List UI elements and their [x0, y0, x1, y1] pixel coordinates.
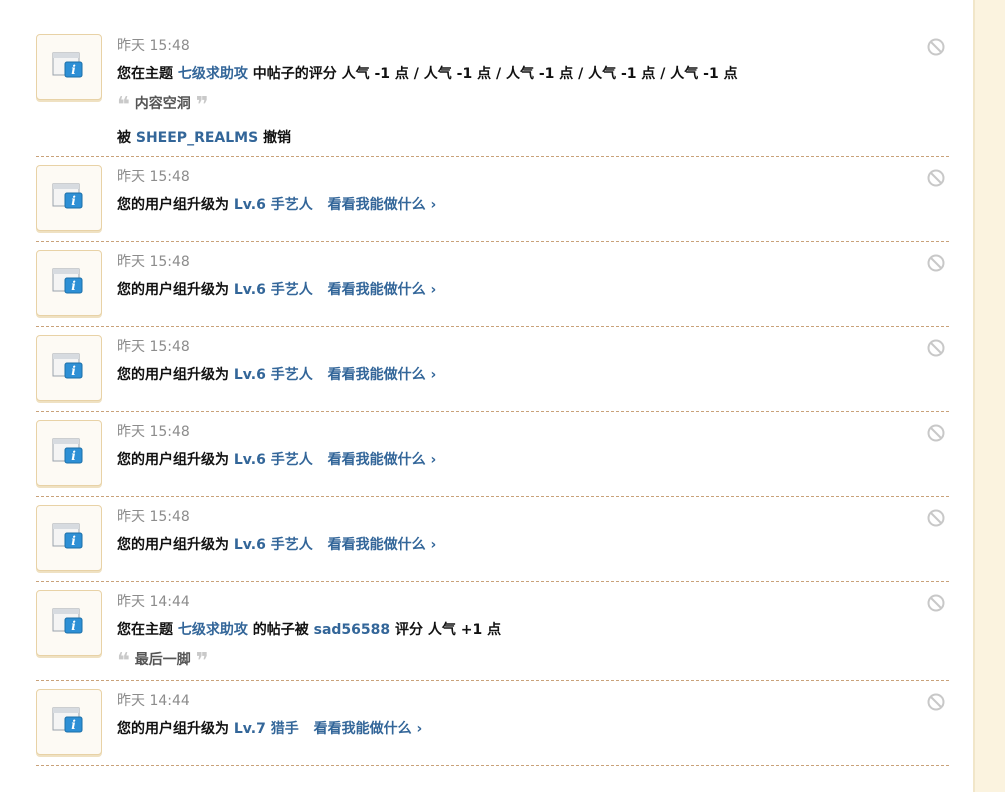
notification-message: 您的用户组升级为 Lv.6 手艺人 看看我能做什么 › [117, 450, 949, 470]
svg-text:i: i [71, 718, 76, 732]
page-edge [973, 0, 975, 792]
message-text: 您的用户组升级为 [117, 721, 229, 737]
system-notice-avatar: i [36, 590, 102, 656]
system-notice-icon: i [52, 183, 83, 209]
ignore-icon[interactable] [927, 254, 945, 272]
quote-open-icon: ❝ [117, 93, 130, 118]
notification-item: i 昨天 15:48 您的用户组升级为 Lv.6 手艺人 看看我能做什么 › [36, 242, 949, 327]
notification-time: 昨天 15:48 [117, 339, 190, 355]
system-notice-avatar: i [36, 335, 102, 401]
notification-message: 您的用户组升级为 Lv.7 猎手 看看我能做什么 › [117, 719, 949, 739]
notification-item: i 昨天 14:44 您的用户组升级为 Lv.7 猎手 看看我能做什么 › [36, 681, 949, 766]
notification-time: 昨天 15:48 [117, 509, 190, 525]
what-can-i-do-link[interactable]: 看看我能做什么 › [328, 282, 437, 298]
notification-time: 昨天 15:48 [117, 254, 190, 270]
notification-list: i 昨天 15:48 您在主题 七级求助攻 中帖子的评分 人气 -1 点 / 人… [36, 26, 949, 766]
notification-message: 您在主题 七级求助攻 的帖子被 sad56588 评分 人气 +1 点 [117, 620, 949, 640]
message-text: 您的用户组升级为 [117, 452, 229, 468]
svg-text:i: i [71, 534, 76, 548]
notification-item: i 昨天 15:48 您的用户组升级为 Lv.6 手艺人 看看我能做什么 › [36, 412, 949, 497]
usergroup-link[interactable]: Lv.6 手艺人 [234, 452, 313, 468]
system-notice-avatar: i [36, 250, 102, 316]
svg-text:i: i [71, 364, 76, 378]
message-text: 您的用户组升级为 [117, 537, 229, 553]
what-can-i-do-link[interactable]: 看看我能做什么 › [328, 452, 437, 468]
svg-text:i: i [71, 63, 76, 77]
system-notice-avatar: i [36, 689, 102, 755]
quote: ❝ 最后一脚 ❞ [117, 649, 949, 674]
message-text: 您的用户组升级为 [117, 282, 229, 298]
system-notice-avatar: i [36, 420, 102, 486]
usergroup-link[interactable]: Lv.7 猎手 [234, 721, 299, 737]
quote: ❝ 内容空洞 ❞ [117, 93, 949, 118]
system-notice-icon: i [52, 608, 83, 634]
system-notice-icon: i [52, 268, 83, 294]
what-can-i-do-link[interactable]: 看看我能做什么 › [328, 197, 437, 213]
quote-text: 最后一脚 [134, 652, 191, 668]
notification-item: i 昨天 14:44 您在主题 七级求助攻 的帖子被 sad56588 评分 人… [36, 582, 949, 681]
message-text: 的帖子被 [252, 622, 309, 638]
ignore-icon[interactable] [927, 424, 945, 442]
svg-text:i: i [71, 449, 76, 463]
message-text: 您在主题 [117, 622, 173, 638]
usergroup-link[interactable]: Lv.6 手艺人 [234, 282, 313, 298]
message-text: 您的用户组升级为 [117, 197, 229, 213]
system-notice-icon: i [52, 52, 83, 78]
ignore-icon[interactable] [927, 509, 945, 527]
usergroup-link[interactable]: Lv.6 手艺人 [234, 197, 313, 213]
notification-item: i 昨天 15:48 您的用户组升级为 Lv.6 手艺人 看看我能做什么 › [36, 157, 949, 242]
notification-time: 昨天 15:48 [117, 169, 190, 185]
ignore-icon[interactable] [927, 339, 945, 357]
system-notice-icon: i [52, 353, 83, 379]
topic-link[interactable]: 七级求助攻 [178, 66, 248, 82]
ignore-icon[interactable] [927, 594, 945, 612]
ignore-icon[interactable] [927, 38, 945, 56]
usergroup-link[interactable]: Lv.6 手艺人 [234, 367, 313, 383]
notification-time: 昨天 14:44 [117, 693, 190, 709]
system-notice-avatar: i [36, 505, 102, 571]
notification-time: 昨天 15:48 [117, 424, 190, 440]
notification-item: i 昨天 15:48 您的用户组升级为 Lv.6 手艺人 看看我能做什么 › [36, 497, 949, 582]
quote-close-icon: ❞ [195, 93, 209, 118]
svg-text:i: i [71, 619, 76, 633]
system-notice-icon: i [52, 523, 83, 549]
message-text: 您在主题 [117, 66, 173, 82]
notification-time: 昨天 14:44 [117, 594, 190, 610]
by-prefix: 被 [117, 130, 131, 146]
topic-link[interactable]: 七级求助攻 [178, 622, 248, 638]
notification-time: 昨天 15:48 [117, 38, 190, 54]
system-notice-avatar: i [36, 165, 102, 231]
notification-message: 您的用户组升级为 Lv.6 手艺人 看看我能做什么 › [117, 280, 949, 300]
by-suffix: 撤销 [263, 130, 292, 146]
system-notice-icon: i [52, 438, 83, 464]
user-link[interactable]: sad56588 [314, 622, 391, 638]
user-link[interactable]: SHEEP_REALMS [136, 130, 258, 146]
what-can-i-do-link[interactable]: 看看我能做什么 › [314, 721, 423, 737]
quote-open-icon: ❝ [117, 649, 130, 674]
system-notice-icon: i [52, 707, 83, 733]
svg-text:i: i [71, 194, 76, 208]
notification-panel: i 昨天 15:48 您在主题 七级求助攻 中帖子的评分 人气 -1 点 / 人… [0, 0, 973, 792]
what-can-i-do-link[interactable]: 看看我能做什么 › [328, 367, 437, 383]
notification-message: 您在主题 七级求助攻 中帖子的评分 人气 -1 点 / 人气 -1 点 / 人气… [117, 64, 949, 84]
message-text: 中帖子的评分 人气 -1 点 / 人气 -1 点 / 人气 -1 点 / 人气 … [252, 66, 738, 82]
notification-item: i 昨天 15:48 您的用户组升级为 Lv.6 手艺人 看看我能做什么 › [36, 327, 949, 412]
quote-text: 内容空洞 [134, 96, 191, 112]
revoked-by: 被 SHEEP_REALMS 撤销 [117, 128, 949, 148]
quote-close-icon: ❞ [195, 649, 209, 674]
usergroup-link[interactable]: Lv.6 手艺人 [234, 537, 313, 553]
notification-item: i 昨天 15:48 您在主题 七级求助攻 中帖子的评分 人气 -1 点 / 人… [36, 26, 949, 157]
notification-message: 您的用户组升级为 Lv.6 手艺人 看看我能做什么 › [117, 535, 949, 555]
what-can-i-do-link[interactable]: 看看我能做什么 › [328, 537, 437, 553]
system-notice-avatar: i [36, 34, 102, 100]
ignore-icon[interactable] [927, 169, 945, 187]
svg-text:i: i [71, 279, 76, 293]
notification-message: 您的用户组升级为 Lv.6 手艺人 看看我能做什么 › [117, 365, 949, 385]
message-text: 您的用户组升级为 [117, 367, 229, 383]
message-text: 评分 人气 +1 点 [395, 622, 502, 638]
ignore-icon[interactable] [927, 693, 945, 711]
notification-message: 您的用户组升级为 Lv.6 手艺人 看看我能做什么 › [117, 195, 949, 215]
